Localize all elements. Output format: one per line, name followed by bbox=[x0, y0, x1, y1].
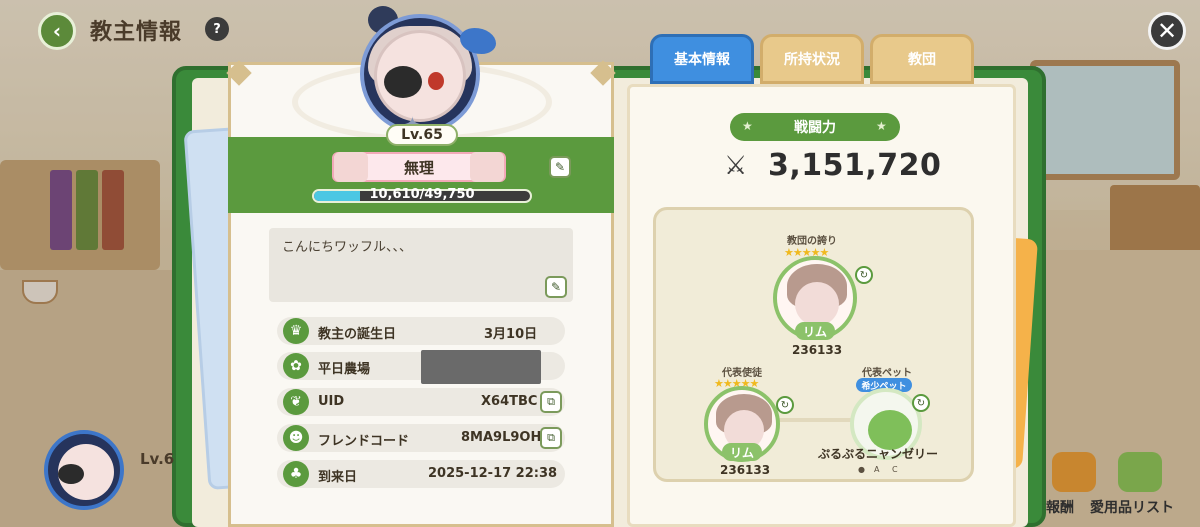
info-row-value: 8MA9L9OH bbox=[461, 430, 542, 445]
copy-icon: ⧉ bbox=[547, 431, 555, 444]
back-button[interactable]: ‹ bbox=[38, 12, 76, 50]
mini-avatar bbox=[44, 430, 124, 510]
info-row-value: 2025-12-17 22:38 bbox=[428, 466, 558, 481]
refresh-icon: ↻ bbox=[916, 397, 926, 409]
redacted-block bbox=[421, 350, 541, 384]
bag-icon bbox=[1118, 452, 1162, 492]
info-row-value: X64TBC bbox=[481, 394, 538, 409]
refresh-icon: ↻ bbox=[859, 269, 869, 281]
chibi-icon bbox=[334, 152, 368, 182]
grade-a: A bbox=[874, 465, 880, 474]
pet-jelly bbox=[868, 410, 912, 450]
copy-friend-code-button[interactable]: ⧉ bbox=[540, 427, 562, 449]
edit-comment-button[interactable]: ✎ bbox=[545, 276, 567, 298]
page-title: 教主情報 bbox=[90, 20, 183, 45]
cake-icon: ♛ bbox=[283, 318, 309, 344]
exp-text: 10,610/49,750 bbox=[369, 187, 475, 202]
back-arrow-icon: ‹ bbox=[52, 19, 62, 43]
pencil-icon: ✎ bbox=[554, 160, 566, 174]
help-icon[interactable]: ? bbox=[205, 17, 229, 41]
info-row-label: 教主の誕生日 bbox=[318, 327, 397, 342]
favorite-items-button[interactable]: 愛用品リスト bbox=[1090, 497, 1174, 517]
rep-pet-label: 代表ペット bbox=[862, 368, 912, 379]
info-row-label: 平日農場 bbox=[318, 362, 371, 377]
eyepatch-icon bbox=[384, 66, 422, 98]
copy-icon: ⧉ bbox=[547, 395, 555, 408]
pride-name: リム bbox=[795, 322, 835, 340]
clover-icon: ♣ bbox=[283, 461, 309, 487]
pencil-icon: ✎ bbox=[550, 280, 562, 294]
character-face bbox=[795, 282, 839, 326]
copy-uid-button[interactable]: ⧉ bbox=[540, 391, 562, 413]
edit-name-button[interactable]: ✎ bbox=[549, 156, 571, 178]
pride-label: 教団の誇り bbox=[787, 236, 837, 247]
power-value: 3,151,720 bbox=[768, 148, 942, 183]
close-icon: ✕ bbox=[1156, 17, 1178, 45]
farm-icon: ✿ bbox=[283, 353, 309, 379]
tab-cult[interactable]: 教団 bbox=[870, 34, 974, 84]
eyepatch-icon bbox=[58, 464, 84, 484]
crossed-swords-icon: ⚔ bbox=[724, 151, 748, 181]
friends-icon: ☻ bbox=[283, 425, 309, 451]
star-icon: ★ bbox=[876, 119, 887, 133]
refresh-pride-button[interactable]: ↻ bbox=[855, 266, 873, 284]
grade-icon: ● bbox=[858, 465, 865, 474]
info-row-label: 到来日 bbox=[318, 470, 358, 485]
comment-text: こんにちワッフル、、、 bbox=[282, 240, 413, 255]
info-row-label: UID bbox=[318, 394, 345, 409]
info-row-label: フレンドコード bbox=[318, 434, 410, 449]
power-label: 戦闘力 bbox=[730, 113, 900, 141]
avatar-eye bbox=[428, 72, 444, 90]
close-button[interactable]: ✕ bbox=[1148, 12, 1186, 50]
mini-level: Lv.6 bbox=[140, 450, 175, 468]
tab-basic-info[interactable]: 基本情報 bbox=[650, 34, 754, 84]
refresh-pet-button[interactable]: ↻ bbox=[912, 394, 930, 412]
chibi-icon bbox=[470, 152, 504, 182]
refresh-disciple-button[interactable]: ↻ bbox=[776, 396, 794, 414]
grade-c: C bbox=[892, 465, 898, 474]
rep-pet-name: ぷるぷるニャンゼリー bbox=[818, 447, 939, 461]
pride-id: 236133 bbox=[792, 343, 843, 357]
rep-disciple-name: リム bbox=[722, 443, 762, 461]
tab-possessions[interactable]: 所持状況 bbox=[760, 34, 864, 84]
star-icon: ★ bbox=[742, 119, 753, 133]
reward-button[interactable]: 報酬 bbox=[1046, 497, 1074, 517]
leaf-icon: ❦ bbox=[283, 389, 309, 415]
level-badge: Lv.65 bbox=[386, 124, 458, 146]
refresh-icon: ↻ bbox=[780, 399, 790, 411]
rep-disciple-id: 236133 bbox=[720, 463, 771, 477]
info-row-value: 3月10日 bbox=[484, 327, 538, 342]
reward-icon bbox=[1052, 452, 1096, 492]
